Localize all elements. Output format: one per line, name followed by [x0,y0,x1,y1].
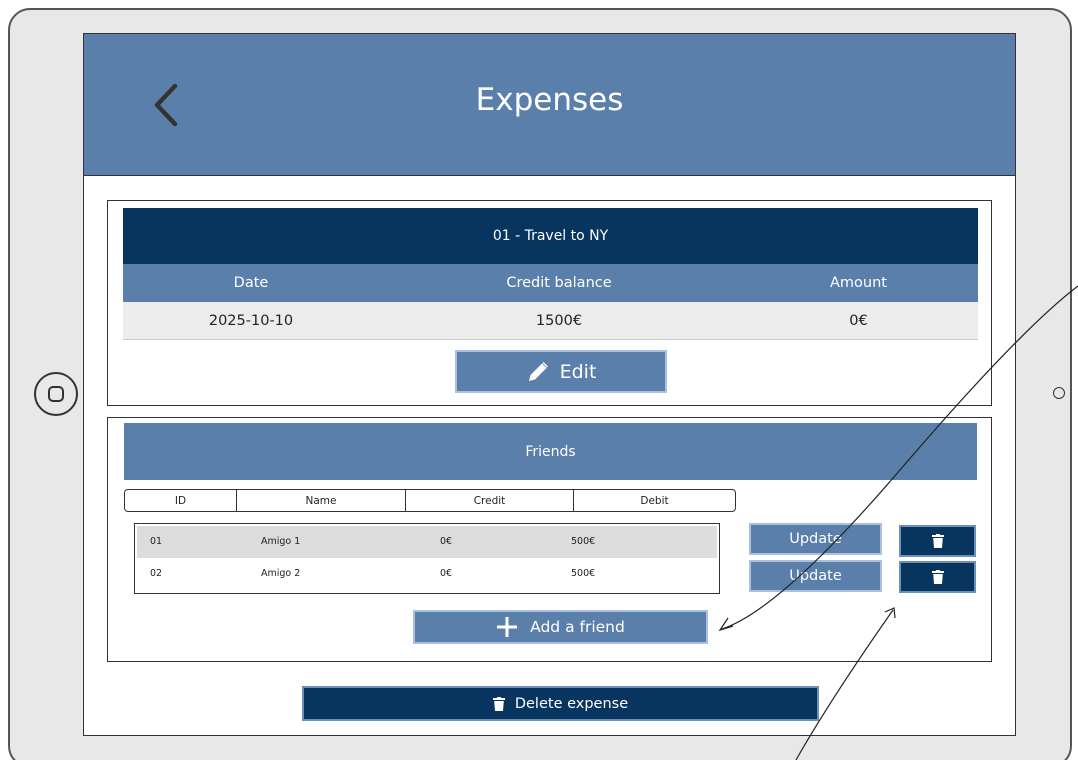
page-title: Expenses [475,82,624,118]
edit-button[interactable]: Edit [455,350,667,393]
camera-icon [1053,387,1065,399]
column-header-debit: Debit [640,494,669,507]
trash-icon [931,534,944,548]
friend-credit: 0€ [440,568,453,579]
friend-name: Amigo 1 [261,536,301,547]
edit-button-label: Edit [559,360,597,383]
home-button[interactable] [34,372,78,416]
column-header-date: Date [233,275,269,291]
column-header-credit-balance: Credit balance [506,275,612,291]
friend-row[interactable]: 02 Amigo 2 0€ 500€ [137,558,717,590]
update-friend-2-button[interactable]: Update [749,560,882,592]
column-header-id: ID [125,490,237,511]
expense-date: 2025-10-10 [208,312,294,329]
friend-debit: 500€ [571,536,596,547]
expense-title: 01 - Travel to NY [123,208,978,264]
friends-title: Friends [124,423,977,480]
friend-id: 01 [150,536,163,547]
update-friend-1-button[interactable]: Update [749,523,882,555]
friend-credit: 0€ [440,536,453,547]
app-header: Expenses [84,34,1015,176]
column-header-name: Name [237,490,406,511]
column-header-amount: Amount [830,275,887,291]
app-screen: Expenses 01 - Travel to NY Date Credit b… [83,33,1016,736]
friend-name: Amigo 2 [261,568,301,579]
friend-debit: 500€ [571,568,596,579]
friends-list: 01 Amigo 1 0€ 500€ 02 Amigo 2 0€ 500€ [134,523,720,594]
add-friend-label: Add a friend [530,618,625,636]
delete-expense-label: Delete expense [514,695,629,712]
friend-row[interactable]: 01 Amigo 1 0€ 500€ [137,526,717,558]
friends-table-header: ID Name Credit Debit [124,489,736,512]
column-header-credit: Credit [406,490,574,511]
delete-friend-2-button[interactable] [899,561,976,593]
delete-expense-button[interactable]: Delete expense [302,686,819,721]
delete-friend-1-button[interactable] [899,525,976,557]
plus-icon [497,617,518,637]
expense-table-row: 2025-10-10 1500€ 0€ [123,302,978,340]
add-friend-button[interactable]: Add a friend [413,610,708,644]
trash-icon [931,570,944,584]
trash-icon [492,696,505,711]
expense-credit-balance: 1500€ [535,312,583,329]
friend-id: 02 [150,568,163,579]
pencil-icon [528,361,548,381]
expense-amount: 0€ [849,312,868,329]
expense-table-header: Date Credit balance Amount [123,264,978,302]
